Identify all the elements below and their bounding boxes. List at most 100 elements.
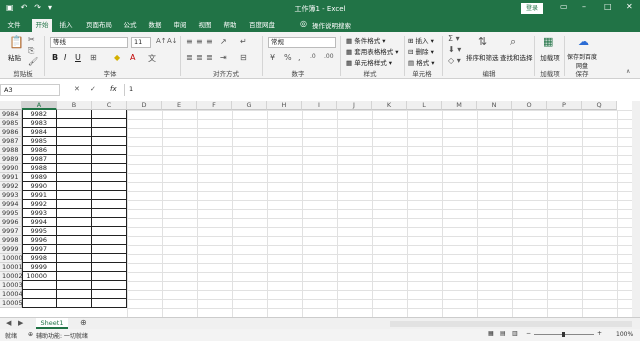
name-box[interactable]: A3	[0, 84, 60, 96]
cell-c[interactable]	[92, 254, 127, 263]
column-header-e[interactable]: E	[162, 101, 197, 110]
shrink-font-icon[interactable]: A↓	[167, 37, 178, 45]
cell-a[interactable]: 9992	[22, 200, 57, 209]
cell-c[interactable]	[92, 155, 127, 164]
row-header[interactable]: 9987	[0, 137, 22, 146]
decrease-decimal-icon[interactable]: .00	[324, 53, 334, 60]
cut-icon[interactable]: ✂	[28, 35, 35, 44]
cell-a[interactable]: 9990	[22, 182, 57, 191]
tab-view[interactable]: 视图	[195, 19, 215, 32]
column-header-l[interactable]: L	[407, 101, 442, 110]
cell-c[interactable]	[92, 272, 127, 281]
cell-b[interactable]	[57, 254, 92, 263]
wrap-text-icon[interactable]: ↵	[240, 37, 247, 46]
cell-a[interactable]: 9988	[22, 164, 57, 173]
cell-b[interactable]	[57, 209, 92, 218]
indent-icon[interactable]: ⇥	[220, 53, 227, 62]
cell-c[interactable]	[92, 218, 127, 227]
column-header-j[interactable]: J	[337, 101, 372, 110]
column-header-g[interactable]: G	[232, 101, 267, 110]
align-bottom-icon[interactable]: ≡	[206, 37, 213, 46]
zoom-slider-thumb[interactable]	[562, 332, 565, 337]
cell-a[interactable]: 9989	[22, 173, 57, 182]
row-header[interactable]: 9989	[0, 155, 22, 164]
row-header[interactable]: 9985	[0, 119, 22, 128]
column-header-p[interactable]: P	[547, 101, 582, 110]
cell-b[interactable]	[57, 281, 92, 290]
cell-a[interactable]	[22, 299, 57, 308]
row-header[interactable]: 10005	[0, 299, 23, 308]
tab-file[interactable]: 文件	[4, 19, 24, 32]
enter-icon[interactable]: ✓	[90, 85, 96, 93]
comma-icon[interactable]: ,	[298, 53, 301, 62]
cell-a[interactable]: 9987	[22, 155, 57, 164]
insert-cells-button[interactable]: ⊞ 插入 ▾	[408, 35, 434, 45]
column-header-o[interactable]: O	[512, 101, 547, 110]
tab-insert[interactable]: 插入	[56, 19, 76, 32]
grow-font-icon[interactable]: A↑	[156, 37, 167, 45]
cell-a[interactable]: 9997	[22, 245, 57, 254]
column-header-f[interactable]: F	[197, 101, 232, 110]
row-header[interactable]: 10000	[0, 254, 23, 263]
format-cells-button[interactable]: ▤ 格式 ▾	[408, 57, 435, 67]
cell-c[interactable]	[92, 110, 127, 119]
row-header[interactable]: 10001	[0, 263, 23, 272]
align-left-icon[interactable]: ≣	[186, 53, 193, 62]
row-header[interactable]: 9993	[0, 191, 22, 200]
underline-icon[interactable]: U	[75, 53, 81, 62]
cell-b[interactable]	[57, 299, 92, 308]
row-header[interactable]: 10002	[0, 272, 23, 281]
cell-c[interactable]	[92, 245, 127, 254]
tab-baidu[interactable]: 百度网盘	[245, 19, 279, 32]
cell-c[interactable]	[92, 182, 127, 191]
column-header-d[interactable]: D	[127, 101, 162, 110]
cell-b[interactable]	[57, 146, 92, 155]
cell-c[interactable]	[92, 191, 127, 200]
bold-icon[interactable]: B	[52, 53, 58, 62]
zoom-in-icon[interactable]: +	[597, 330, 602, 337]
row-header[interactable]: 9988	[0, 146, 22, 155]
row-header[interactable]: 9998	[0, 236, 22, 245]
orientation-icon[interactable]: ↗	[220, 37, 227, 46]
cell-b[interactable]	[57, 191, 92, 200]
sheet-tab[interactable]: Sheet1	[36, 318, 68, 329]
cell-b[interactable]	[57, 110, 92, 119]
cell-b[interactable]	[57, 290, 92, 299]
baidu-cloud-icon[interactable]: ☁	[578, 35, 589, 48]
format-painter-icon[interactable]: 🖌	[28, 57, 38, 66]
cell-b[interactable]	[57, 218, 92, 227]
paste-icon[interactable]: 📋	[9, 35, 24, 49]
tab-page-layout[interactable]: 页面布局	[84, 19, 114, 32]
normal-view-icon[interactable]: ▦	[488, 330, 494, 337]
cell-b[interactable]	[57, 173, 92, 182]
function-icon[interactable]: fx	[110, 85, 117, 93]
cell-a[interactable]: 9994	[22, 218, 57, 227]
cell-a[interactable]: 9986	[22, 146, 57, 155]
cell-b[interactable]	[57, 200, 92, 209]
autosum-icon[interactable]: Σ ▾	[448, 34, 460, 43]
maximize-icon[interactable]: □	[604, 2, 612, 11]
sort-filter-button[interactable]: 排序和筛选	[466, 52, 499, 62]
cell-c[interactable]	[92, 173, 127, 182]
cell-a[interactable]: 9985	[22, 137, 57, 146]
column-header-h[interactable]: H	[267, 101, 302, 110]
cell-b[interactable]	[57, 137, 92, 146]
cell-b[interactable]	[57, 164, 92, 173]
ribbon-display-icon[interactable]: ▭	[560, 2, 568, 11]
zoom-out-icon[interactable]: −	[526, 330, 531, 337]
delete-cells-button[interactable]: ⊟ 删除 ▾	[408, 46, 434, 56]
merge-icon[interactable]: ⊟	[240, 53, 247, 62]
column-header-n[interactable]: N	[477, 101, 512, 110]
cell-b[interactable]	[57, 119, 92, 128]
cell-a[interactable]: 9996	[22, 236, 57, 245]
cell-styles-button[interactable]: ▦ 单元格样式 ▾	[346, 57, 392, 67]
cell-c[interactable]	[92, 128, 127, 137]
page-layout-view-icon[interactable]: ▤	[500, 330, 506, 337]
add-sheet-icon[interactable]: ⊕	[80, 318, 87, 327]
row-header[interactable]: 9991	[0, 173, 22, 182]
row-header[interactable]: 9984	[0, 110, 22, 119]
cell-c[interactable]	[92, 281, 127, 290]
column-header-b[interactable]: B	[57, 101, 92, 110]
cell-c[interactable]	[92, 299, 127, 308]
addins-button[interactable]: 加载项	[538, 52, 562, 62]
